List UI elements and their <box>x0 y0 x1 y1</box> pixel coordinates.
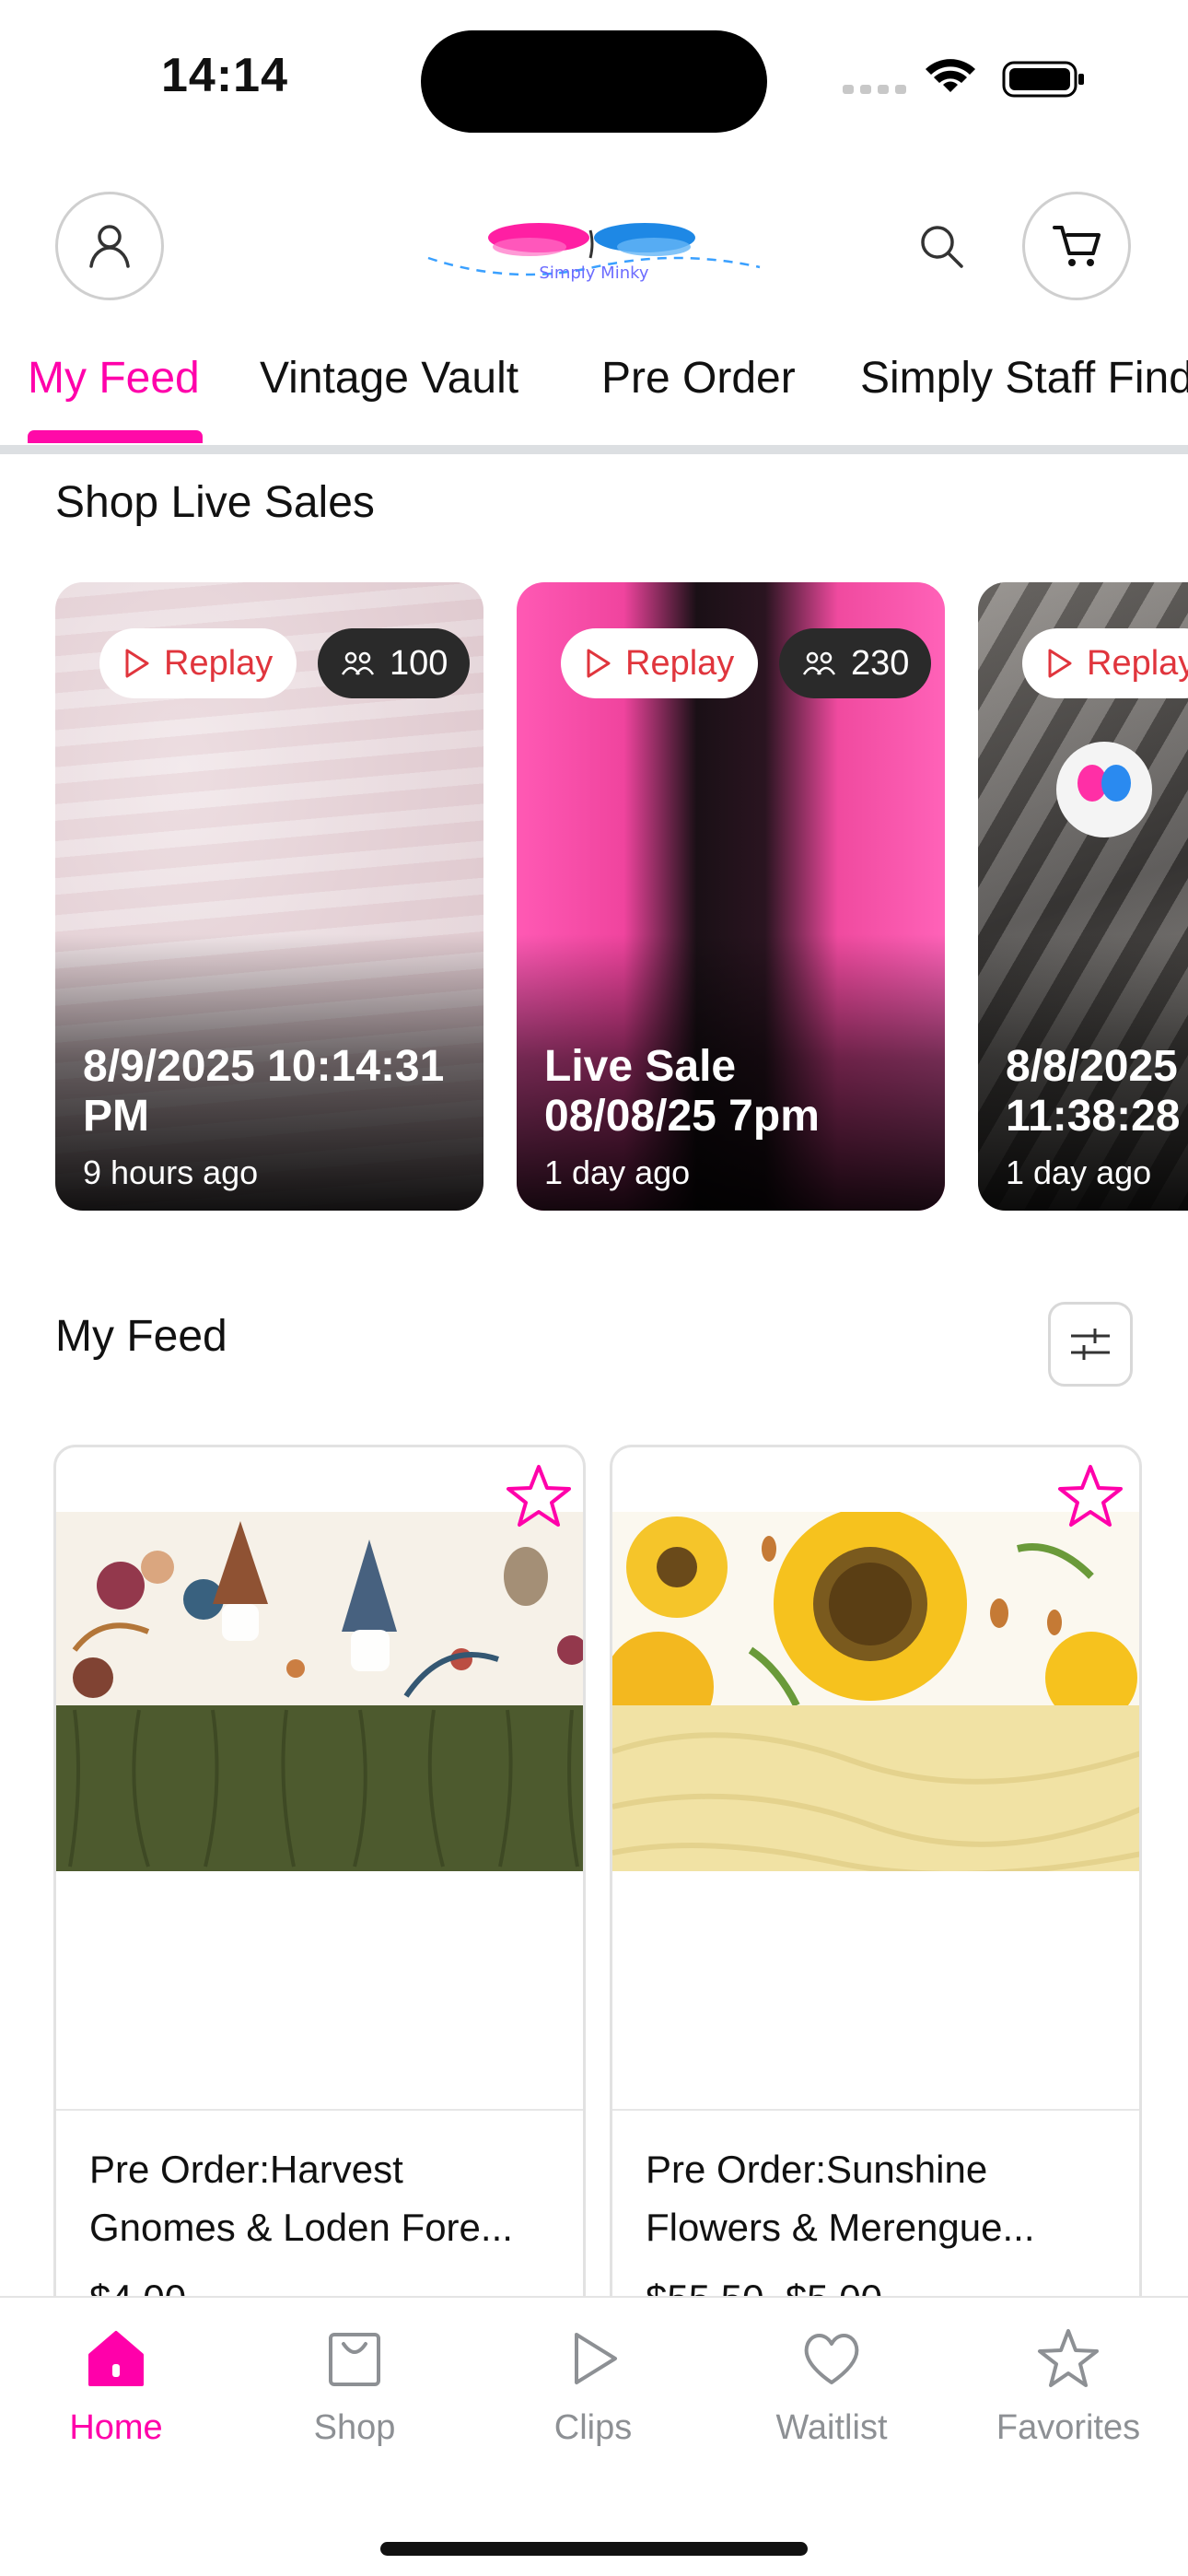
filter-button[interactable] <box>1048 1302 1133 1387</box>
sunflower-fabric-swatch <box>612 1512 1139 1871</box>
play-icon <box>575 2333 617 2384</box>
bottom-tab-bar: Home Shop Clips Waitlist Favorites <box>0 2296 1188 2576</box>
live-sale-card[interactable]: Replay 230 Live Sale 08/08/25 7pm 1 day … <box>517 582 945 1211</box>
app-header: Simply Minky <box>0 184 1188 313</box>
product-card[interactable]: Pre Order:Sunshine Flowers & Merengue...… <box>610 1445 1142 2366</box>
cart-icon <box>1053 226 1101 266</box>
nav-home[interactable]: Home <box>6 2325 227 2448</box>
replay-badge[interactable]: Replay <box>1022 628 1188 698</box>
profile-button[interactable] <box>55 192 164 300</box>
nav-favorites[interactable]: Favorites <box>958 2325 1179 2448</box>
cart-button[interactable] <box>1022 192 1131 300</box>
star-outline-icon[interactable] <box>1054 1461 1126 1533</box>
group-icon <box>802 651 836 675</box>
viewer-count: 100 <box>390 643 448 683</box>
replay-badge[interactable]: Replay <box>561 628 759 698</box>
tab-simply-staff-finds[interactable]: Simply Staff Finds <box>860 353 1188 404</box>
viewers-badge: 100 <box>318 628 471 698</box>
search-button[interactable] <box>912 217 971 275</box>
home-indicator <box>380 2542 808 2556</box>
star-icon <box>1038 2329 1099 2387</box>
viewers-badge: 230 <box>779 628 932 698</box>
live-sale-card[interactable]: Replay 100 8/9/2025 10:14:31 PM 9 hours … <box>55 582 483 1211</box>
card-divider <box>612 2109 1139 2111</box>
replay-label: Replay <box>164 643 274 683</box>
tab-my-feed[interactable]: My Feed <box>28 353 200 404</box>
gnome-fabric-swatch <box>56 1512 583 1871</box>
product-image <box>612 1512 1139 1871</box>
status-icons <box>843 59 1084 98</box>
product-name: Pre Order:Harvest Gnomes & Loden Fore... <box>89 2148 513 2249</box>
live-sale-time-ago: 9 hours ago <box>83 1153 259 1191</box>
product-card[interactable]: Pre Order:Harvest Gnomes & Loden Fore...… <box>53 1445 586 2366</box>
wifi-icon <box>926 59 975 92</box>
category-tabs: My Feed Vintage Vault Pre Order Simply S… <box>0 336 1188 447</box>
brand-badge <box>1056 742 1152 837</box>
battery-icon <box>1002 61 1084 98</box>
nav-label: Home <box>69 2408 163 2447</box>
nav-shop[interactable]: Shop <box>244 2325 465 2448</box>
product-name: Pre Order:Sunshine Flowers & Merengue... <box>646 2148 1035 2249</box>
shopping-bag-icon <box>329 2333 380 2386</box>
status-time: 14:14 <box>161 49 288 102</box>
live-sale-time-ago: 1 day ago <box>544 1153 691 1191</box>
user-icon <box>89 225 130 268</box>
nav-label: Clips <box>553 2408 633 2447</box>
live-sale-title: Live Sale 08/08/25 7pm <box>544 1042 820 1141</box>
live-sale-title: 8/8/2025 11:38:28 AM <box>1006 1042 1181 1141</box>
play-outline-icon <box>125 649 149 678</box>
live-sale-time-ago: 1 day ago <box>1006 1153 1152 1191</box>
nav-waitlist[interactable]: Waitlist <box>721 2325 942 2448</box>
status-bar: 14:14 <box>0 0 1188 157</box>
feed-title: My Feed <box>55 1312 227 1361</box>
live-sales-title: Shop Live Sales <box>55 478 375 527</box>
replay-label: Replay <box>625 643 735 683</box>
dynamic-island <box>421 30 767 133</box>
play-outline-icon <box>587 649 611 678</box>
replay-label: Replay <box>1087 643 1188 683</box>
active-tab-indicator <box>28 430 203 443</box>
nav-label: Waitlist <box>775 2408 888 2447</box>
sliders-icon <box>1071 1329 1110 1360</box>
signal-icon <box>843 85 906 94</box>
viewer-count: 230 <box>851 643 910 683</box>
search-icon <box>921 226 963 268</box>
group-icon <box>341 651 375 675</box>
tab-vintage-vault[interactable]: Vintage Vault <box>260 353 518 404</box>
live-sale-card[interactable]: Replay 8/8/2025 11:38:28 AM 1 day ago <box>978 582 1188 1211</box>
product-image <box>56 1512 583 1871</box>
live-sale-title: 8/9/2025 10:14:31 PM <box>83 1042 445 1141</box>
nav-clips[interactable]: Clips <box>483 2325 704 2448</box>
star-outline-icon[interactable] <box>503 1461 575 1533</box>
tab-pre-order[interactable]: Pre Order <box>601 353 796 404</box>
heart-icon <box>804 2334 859 2384</box>
nav-label: Shop <box>313 2408 396 2447</box>
logo-text: Simply Minky <box>539 263 648 283</box>
card-divider <box>56 2109 583 2111</box>
play-outline-icon <box>1048 649 1072 678</box>
home-icon <box>88 2331 144 2386</box>
live-sales-carousel[interactable]: Replay 100 8/9/2025 10:14:31 PM 9 hours … <box>0 582 1188 1211</box>
brand-logo[interactable]: Simply Minky <box>419 212 769 286</box>
nav-label: Favorites <box>996 2408 1141 2447</box>
replay-badge[interactable]: Replay <box>99 628 297 698</box>
tabs-divider <box>0 445 1188 454</box>
